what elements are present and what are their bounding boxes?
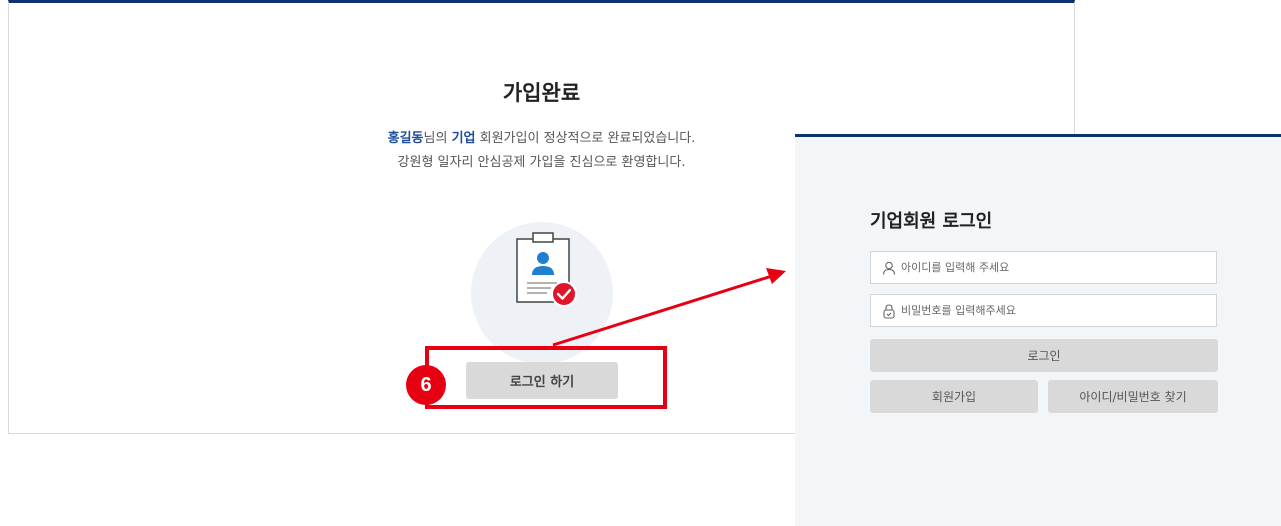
password-input[interactable] — [901, 295, 1206, 326]
step-number-badge: 6 — [406, 365, 446, 405]
signup-button[interactable]: 회원가입 — [870, 380, 1038, 413]
id-field[interactable] — [870, 251, 1217, 284]
user-icon — [882, 261, 896, 275]
find-id-password-button[interactable]: 아이디/비밀번호 찾기 — [1048, 380, 1218, 413]
lock-icon — [883, 304, 895, 319]
id-input[interactable] — [901, 252, 1206, 283]
password-field[interactable] — [870, 294, 1217, 327]
login-title: 기업회원 로그인 — [870, 211, 993, 232]
login-button[interactable]: 로그인 — [870, 339, 1218, 372]
login-panel: 기업회원 로그인 로그인 회원가입 아이디/비밀번호 찾기 — [795, 134, 1281, 526]
annotation-highlight-box — [425, 346, 667, 409]
